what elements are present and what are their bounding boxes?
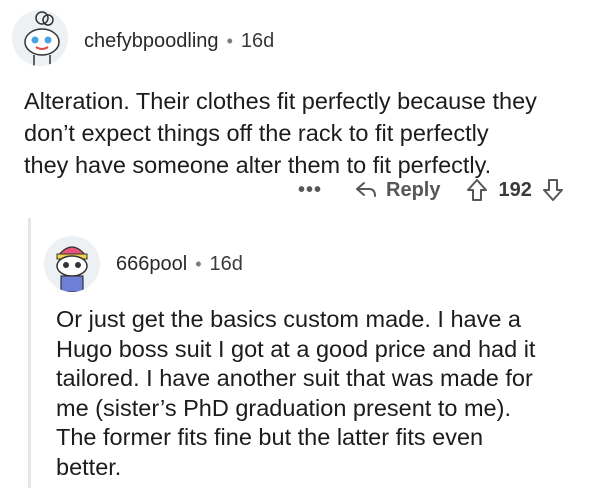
more-options-button[interactable]: •••: [298, 179, 322, 202]
avatar[interactable]: [44, 236, 100, 292]
avatar[interactable]: [12, 10, 68, 66]
snoo-avatar-chef-icon: [12, 10, 68, 66]
comment-actions: ••• Reply 192: [298, 178, 564, 202]
downvote-icon[interactable]: [542, 178, 564, 202]
snoo-avatar-beanie-icon: [44, 236, 100, 292]
meta-separator: •: [226, 31, 233, 51]
reply-label: Reply: [386, 178, 441, 201]
thread-line: [28, 218, 31, 488]
comment-meta: chefybpoodling • 16d: [84, 30, 274, 53]
comment-age[interactable]: 16d: [210, 253, 243, 276]
meta-separator: •: [195, 254, 202, 274]
username[interactable]: 666pool: [116, 253, 187, 276]
reply-arrow-icon: [356, 182, 377, 197]
comment-age[interactable]: 16d: [241, 30, 274, 53]
comment-body: Or just get the basics custom made. I ha…: [56, 306, 536, 480]
reply-button[interactable]: Reply: [354, 179, 440, 202]
username[interactable]: chefybpoodling: [84, 30, 219, 53]
comment-body: Alteration. Their clothes fit perfectly …: [24, 88, 537, 178]
comment-meta: 666pool • 16d: [116, 253, 243, 276]
upvote-icon[interactable]: [466, 178, 488, 202]
vote-score: 192: [498, 178, 532, 201]
vote-controls: 192: [466, 178, 563, 202]
